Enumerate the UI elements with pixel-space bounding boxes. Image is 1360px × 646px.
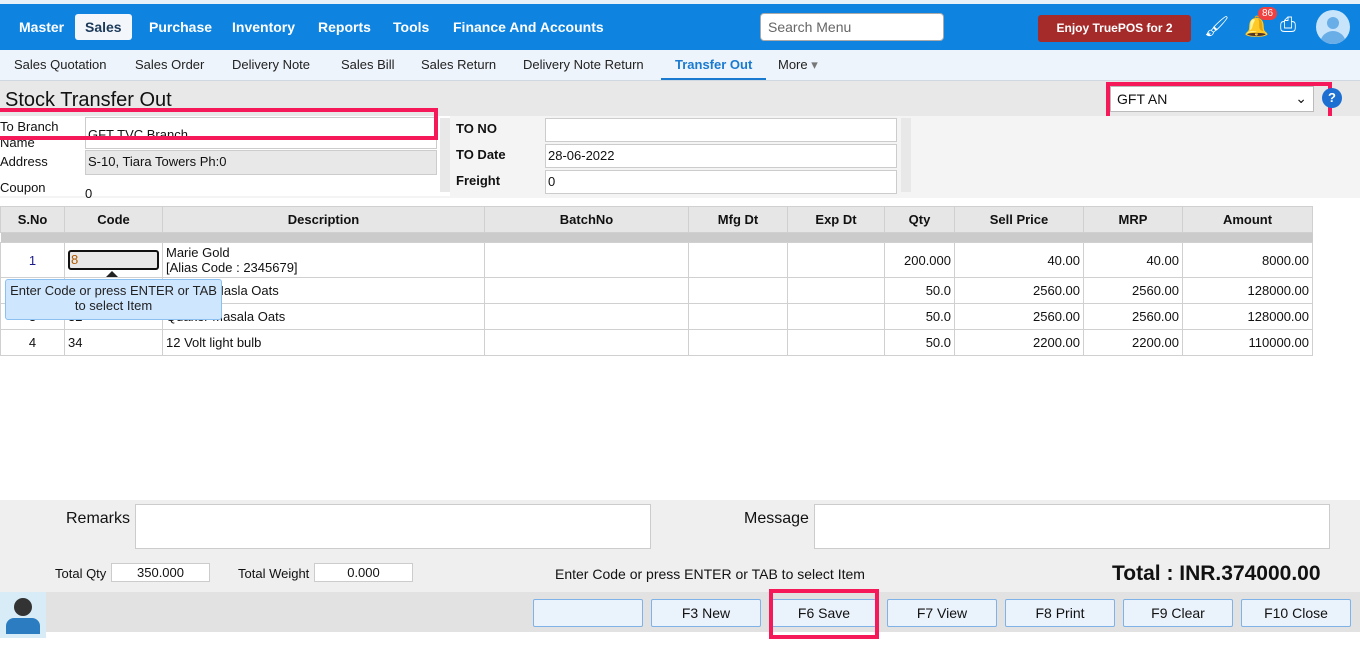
view-button[interactable]: F7 View xyxy=(887,599,997,627)
to-no-label: TO NO xyxy=(456,121,497,136)
nav-tools[interactable]: Tools xyxy=(383,14,439,40)
cell-mrp: 2200.00 xyxy=(1083,329,1183,356)
cell-qty: 50.0 xyxy=(884,329,955,356)
freight-input[interactable]: 0 xyxy=(545,170,897,194)
highlight-box xyxy=(769,589,879,639)
tab-delivery-note[interactable]: Delivery Note xyxy=(232,57,310,72)
address-label: Address xyxy=(0,154,48,169)
support-avatar[interactable] xyxy=(0,592,46,638)
print-button[interactable]: F8 Print xyxy=(1005,599,1115,627)
total-qty-value: 350.000 xyxy=(111,563,210,582)
cell-amount: 110000.00 xyxy=(1182,329,1313,356)
tab-sales-return[interactable]: Sales Return xyxy=(421,57,496,72)
col-qty: Qty xyxy=(884,206,955,233)
cell-code[interactable]: 34 xyxy=(64,329,163,356)
col-code: Code xyxy=(64,206,163,233)
cell-sno: 4 xyxy=(0,329,65,356)
col-amount: Amount xyxy=(1182,206,1313,233)
scrollbar[interactable] xyxy=(440,118,450,192)
cell-sell: 40.00 xyxy=(954,242,1084,278)
cell-description: 12 Volt light bulb xyxy=(162,329,485,356)
nav-sales[interactable]: Sales xyxy=(75,14,132,40)
nav-purchase[interactable]: Purchase xyxy=(139,14,222,40)
cell-qty: 200.000 xyxy=(884,242,955,278)
table-header: S.No Code Description BatchNo Mfg Dt Exp Dt Qt… xyxy=(0,206,1313,233)
tab-sales-quotation[interactable]: Sales Quotation xyxy=(14,57,107,72)
total-weight-label: Total Weight xyxy=(238,566,310,581)
total-qty-label: Total Qty xyxy=(55,566,107,581)
message-label: Message xyxy=(744,510,809,527)
cell-sell: 2200.00 xyxy=(954,329,1084,356)
grand-total: Total : INR.374000.00 xyxy=(1112,562,1321,585)
printer-icon[interactable]: ⎙ xyxy=(1280,14,1296,37)
col-sell-price: Sell Price xyxy=(954,206,1084,233)
cell-amount: 8000.00 xyxy=(1182,242,1313,278)
notification-badge: 86 xyxy=(1258,7,1278,20)
nav-finance[interactable]: Finance And Accounts xyxy=(443,14,614,40)
table-row[interactable]: 4 34 12 Volt light bulb 50.0 2200.00 2200.00… xyxy=(0,329,1313,356)
cell-alias: [Alias Code : 2345679] xyxy=(166,260,298,275)
hint-text: Enter Code or press ENTER or TAB to sele… xyxy=(555,566,865,582)
col-sno: S.No xyxy=(0,206,65,233)
message-textarea[interactable] xyxy=(814,504,1330,549)
chevron-down-icon: ⌄ xyxy=(1295,90,1307,106)
remarks-textarea[interactable] xyxy=(135,504,651,549)
tab-sales-bill[interactable]: Sales Bill xyxy=(341,57,394,72)
to-date-label: TO Date xyxy=(456,147,506,162)
search-menu-input[interactable]: Search Menu xyxy=(760,13,944,41)
cell-amount: 128000.00 xyxy=(1182,303,1313,330)
nav-inventory[interactable]: Inventory xyxy=(222,14,305,40)
cell-amount: 128000.00 xyxy=(1182,277,1313,304)
col-batchno: BatchNo xyxy=(484,206,689,233)
cell-mrp: 2560.00 xyxy=(1083,303,1183,330)
table-row[interactable]: 1 8 Marie Gold [Alias Code : 2345679] 200… xyxy=(0,242,1313,278)
nav-reports[interactable]: Reports xyxy=(308,14,381,40)
highlight-box xyxy=(0,108,438,140)
branch-select[interactable]: GFT AN ⌄ xyxy=(1110,86,1314,112)
address-field: S-10, Tiara Towers Ph:0 xyxy=(85,150,437,175)
col-exp: Exp Dt xyxy=(787,206,885,233)
tooltip-arrow xyxy=(106,271,118,277)
cell-sno: 1 xyxy=(0,242,65,278)
code-input[interactable]: 8 xyxy=(68,250,159,270)
tab-sales-order[interactable]: Sales Order xyxy=(135,57,204,72)
cell-sell: 2560.00 xyxy=(954,303,1084,330)
clear-button[interactable]: F9 Clear xyxy=(1123,599,1233,627)
new-button[interactable]: F3 New xyxy=(651,599,761,627)
tab-more[interactable]: More ▾ xyxy=(778,57,818,73)
cell-qty: 50.0 xyxy=(884,303,955,330)
freight-label: Freight xyxy=(456,173,501,188)
to-no-input[interactable] xyxy=(545,118,897,142)
col-mrp: MRP xyxy=(1083,206,1183,233)
total-weight-value: 0.000 xyxy=(314,563,413,582)
cell-mrp: 40.00 xyxy=(1083,242,1183,278)
to-date-input[interactable]: 28-06-2022 xyxy=(545,144,897,168)
help-icon[interactable]: ? xyxy=(1322,88,1342,108)
cell-mrp: 2560.00 xyxy=(1083,277,1183,304)
col-mfg: Mfg Dt xyxy=(688,206,788,233)
paintbrush-icon[interactable]: 🖌 xyxy=(1204,14,1229,39)
tab-more-label: More xyxy=(778,57,808,72)
blank-button[interactable] xyxy=(533,599,643,627)
promo-button[interactable]: Enjoy TruePOS for 2 Day(s) xyxy=(1038,15,1191,62)
cell-qty: 50.0 xyxy=(884,277,955,304)
nav-master[interactable]: Master xyxy=(9,14,74,40)
cell-description: Marie Gold xyxy=(166,245,230,260)
tab-delivery-note-return[interactable]: Delivery Note Return xyxy=(523,57,644,72)
coupon-label: Coupon xyxy=(0,180,46,195)
tooltip: Enter Code or press ENTER or TAB to sele… xyxy=(5,279,222,320)
tab-transfer-out[interactable]: Transfer Out xyxy=(661,57,767,80)
branch-select-value: GFT AN xyxy=(1117,91,1168,107)
scrollbar[interactable] xyxy=(901,118,911,192)
cell-sell: 2560.00 xyxy=(954,277,1084,304)
coupon-value[interactable]: 0 xyxy=(85,186,92,201)
close-button[interactable]: F10 Close xyxy=(1241,599,1351,627)
col-description: Description xyxy=(162,206,485,233)
caret-down-icon: ▾ xyxy=(811,57,818,72)
avatar[interactable] xyxy=(1316,10,1350,44)
remarks-label: Remarks xyxy=(66,510,131,527)
